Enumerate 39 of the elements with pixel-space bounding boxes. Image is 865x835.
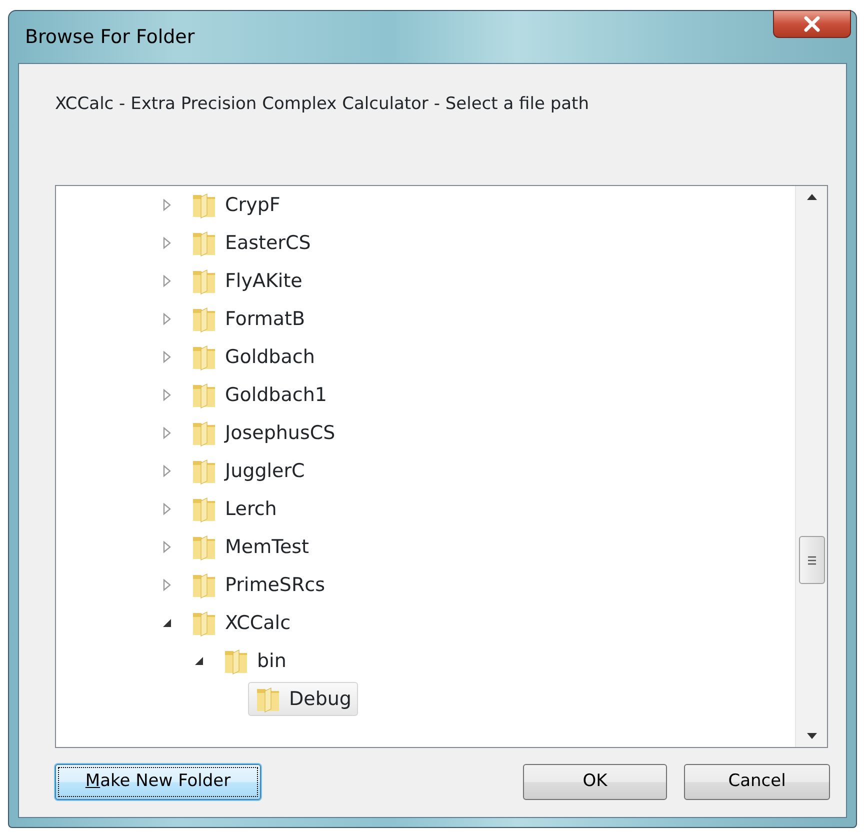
tree-item[interactable]: JosephusCS <box>184 416 342 450</box>
tree-item[interactable]: MemTest <box>184 530 316 564</box>
dialog-button[interactable]: Make New Folder <box>55 764 261 800</box>
folder-icon <box>255 685 281 713</box>
window-title: Browse For Folder <box>25 24 195 50</box>
folder-icon <box>191 533 217 561</box>
tree-item[interactable]: FlyAKite <box>184 264 310 298</box>
scroll-thumb[interactable] <box>799 536 825 584</box>
dialog-button[interactable]: OK <box>523 764 667 800</box>
folder-icon <box>191 305 217 333</box>
tree-item[interactable]: Goldbach <box>184 340 322 374</box>
instruction-text: XCCalc - Extra Precision Complex Calculator - Select a file path <box>55 94 589 114</box>
scrollbar[interactable] <box>795 186 827 747</box>
folder-icon <box>191 495 217 523</box>
tree-item[interactable]: XCCalc <box>184 606 298 640</box>
tree-item[interactable]: Goldbach1 <box>184 378 334 412</box>
tree-item[interactable]: CrypF <box>184 188 288 222</box>
folder-icon <box>191 229 217 257</box>
close-button[interactable] <box>773 10 851 38</box>
folder-icon <box>191 267 217 295</box>
close-icon <box>803 16 821 32</box>
folder-icon <box>191 571 217 599</box>
tree-item[interactable]: Debug <box>248 682 358 716</box>
scroll-up-icon[interactable] <box>806 194 816 200</box>
tree-item[interactable]: EasterCS <box>184 226 318 260</box>
folder-icon <box>191 191 217 219</box>
dialog-button[interactable]: Cancel <box>684 764 830 800</box>
folder-icon <box>191 419 217 447</box>
folder-icon <box>191 609 217 637</box>
scroll-down-icon[interactable] <box>806 733 816 739</box>
tree-item[interactable]: FormatB <box>184 302 312 336</box>
tree-item[interactable]: Lerch <box>184 492 284 526</box>
folder-icon <box>191 343 217 371</box>
tree-item[interactable]: PrimeSRcs <box>184 568 332 602</box>
tree-item[interactable]: JugglerC <box>184 454 312 488</box>
tree-item[interactable]: bin <box>216 644 294 678</box>
folder-icon <box>191 457 217 485</box>
folder-icon <box>223 647 249 675</box>
folder-icon <box>191 381 217 409</box>
